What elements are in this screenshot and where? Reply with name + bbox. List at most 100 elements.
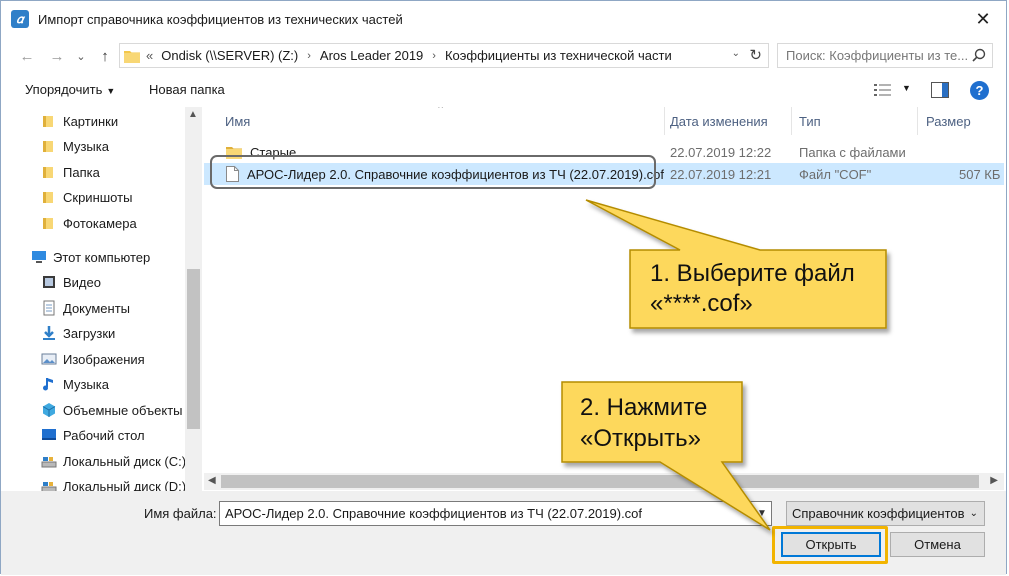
file-list-horizontal-scrollbar[interactable]: ◀ ▶: [204, 473, 1004, 490]
callout-step1-line1: 1. Выберите файл: [650, 260, 855, 287]
sidebar-item[interactable]: Музыка: [41, 372, 203, 396]
sidebar-item-label: Этот компьютер: [53, 249, 151, 265]
command-bar: Упорядочить ▼ Новая папка ▼ ?: [1, 73, 1006, 107]
filename-input[interactable]: АРОС-Лидер 2.0. Справочние коэффициентов…: [219, 501, 772, 526]
navigation-pane: Картинки Музыка Папка Скриншоты Фотокамера Эт…: [1, 107, 203, 491]
column-header-size[interactable]: Размер: [926, 107, 971, 135]
sidebar-item-label: Документы: [63, 300, 131, 316]
column-divider[interactable]: [791, 107, 792, 135]
sidebar-item-label: Музыка: [63, 376, 109, 392]
scroll-right-icon[interactable]: ▶: [990, 475, 998, 486]
app-logo-icon: 𝛼: [11, 10, 29, 28]
column-divider[interactable]: [664, 107, 665, 135]
sidebar-item-label: Изображения: [63, 351, 145, 367]
file-type-select[interactable]: Справочник коэффициентов ⌄: [786, 501, 985, 526]
up-button[interactable]: ↑: [95, 46, 115, 66]
drive-icon: [41, 478, 57, 491]
scrollbar-thumb[interactable]: [187, 269, 200, 429]
breadcrumb-separator-icon[interactable]: ›: [307, 50, 311, 62]
refresh-icon[interactable]: ↻: [749, 46, 762, 64]
preview-pane-icon[interactable]: [931, 82, 949, 98]
column-header-name[interactable]: Имя: [225, 107, 250, 135]
scroll-up-icon[interactable]: ▲: [188, 109, 198, 120]
sidebar-item[interactable]: Локальный диск (C:): [41, 449, 203, 473]
address-bar[interactable]: « Ondisk (\\SERVER) (Z:) › Aros Leader 2…: [119, 43, 769, 68]
sidebar-item-label: Скриншоты: [63, 189, 133, 205]
music-icon: [41, 376, 57, 392]
column-header-date[interactable]: Дата изменения: [670, 107, 768, 135]
sidebar-item-label: Локальный диск (C:): [63, 453, 187, 469]
sidebar-item[interactable]: Загрузки: [41, 321, 203, 345]
video-icon: [41, 274, 57, 290]
cancel-button[interactable]: Отмена: [890, 532, 985, 557]
search-placeholder: Поиск: Коэффициенты из те...: [786, 48, 969, 63]
forward-button[interactable]: →: [47, 46, 67, 66]
download-icon: [41, 325, 57, 341]
navigation-pane-scrollbar[interactable]: ▲: [185, 107, 202, 491]
sort-ascending-icon: ⌃: [436, 107, 446, 116]
column-header-type[interactable]: Тип: [799, 107, 821, 135]
sidebar-item[interactable]: Этот компьютер: [31, 245, 203, 269]
sidebar-item[interactable]: Видео: [41, 270, 203, 294]
row-date-cell: 22.07.2019 12:21: [670, 166, 772, 182]
folder-icon: [41, 138, 57, 154]
sidebar-item-label: Локальный диск (D:): [63, 478, 187, 492]
view-options-icon[interactable]: [874, 83, 892, 97]
folder-icon: [41, 164, 57, 180]
sidebar-item[interactable]: Объемные объекты: [41, 398, 203, 422]
callout-step2-line2: «Открыть»: [580, 425, 701, 452]
filename-dropdown-icon[interactable]: ▼: [753, 502, 771, 525]
breadcrumb-current[interactable]: Коэффициенты из технической части: [445, 48, 672, 63]
back-arrow-icon: ←: [19, 47, 35, 65]
breadcrumb-drive[interactable]: Ondisk (\\SERVER) (Z:): [161, 48, 298, 63]
column-divider[interactable]: [917, 107, 918, 135]
sidebar-item[interactable]: Папка: [41, 160, 203, 184]
organize-menu[interactable]: Упорядочить ▼: [25, 82, 115, 97]
breadcrumb-overflow[interactable]: «: [146, 48, 153, 63]
callout-step1-line2: «****.cof»: [650, 290, 753, 317]
close-icon: ✕: [975, 9, 991, 29]
sidebar-item[interactable]: Фотокамера: [41, 211, 203, 235]
sidebar-item[interactable]: Скриншоты: [41, 185, 203, 209]
sidebar-item-label: Рабочий стол: [63, 427, 145, 443]
sidebar-item[interactable]: Документы: [41, 296, 203, 320]
scrollbar-thumb[interactable]: [221, 475, 979, 488]
sidebar-item[interactable]: Рабочий стол: [41, 423, 203, 447]
sidebar-item-label: Объемные объекты: [63, 402, 183, 418]
title-bar: 𝛼 Импорт справочника коэффициентов из те…: [1, 1, 1006, 38]
close-button[interactable]: ✕: [960, 1, 1006, 38]
folder-icon: [124, 50, 140, 63]
new-folder-button[interactable]: Новая папка: [149, 82, 225, 97]
sidebar-item[interactable]: Локальный диск (D:): [41, 474, 203, 491]
help-icon[interactable]: ?: [970, 81, 989, 100]
sidebar-item-label: Видео: [63, 274, 101, 290]
row-date-cell: 22.07.2019 12:22: [670, 144, 772, 160]
view-dropdown-caret-icon[interactable]: ▼: [902, 83, 911, 93]
sidebar-item[interactable]: Музыка: [41, 134, 203, 158]
sidebar-item-label: Фотокамера: [63, 215, 137, 231]
back-button[interactable]: ←: [17, 46, 37, 66]
chevron-down-icon: ⌄: [969, 508, 978, 519]
recent-locations-button[interactable]: ⌄: [74, 46, 88, 66]
breadcrumb-aros[interactable]: Aros Leader 2019: [320, 48, 423, 63]
breadcrumb-separator-icon[interactable]: ›: [432, 50, 436, 62]
sidebar-item[interactable]: Картинки: [41, 109, 203, 133]
row-size-cell: 507 КБ: [959, 166, 1001, 182]
navigation-bar: ← → ⌄ ↑ « Ondisk (\\SERVER) (Z:) › Aros …: [1, 38, 1006, 73]
folder-icon: [41, 189, 57, 205]
search-input[interactable]: Поиск: Коэффициенты из те...: [777, 43, 993, 68]
computer-icon: [31, 249, 47, 265]
up-arrow-icon: ↑: [101, 47, 109, 65]
sidebar-item[interactable]: Изображения: [41, 347, 203, 371]
images-icon: [41, 351, 57, 367]
dropdown-caret-icon: ▼: [106, 86, 116, 96]
filename-label: Имя файла:: [144, 506, 217, 521]
address-history-chevron-icon[interactable]: ⌄: [732, 48, 740, 59]
file-type-value: Справочник коэффициентов: [792, 506, 965, 521]
search-icon: [972, 48, 986, 62]
folder-icon: [41, 215, 57, 231]
forward-arrow-icon: →: [49, 47, 65, 65]
row-type-cell: Файл "COF": [799, 166, 872, 182]
folder-icon: [41, 113, 57, 129]
scroll-left-icon[interactable]: ◀: [208, 475, 216, 486]
